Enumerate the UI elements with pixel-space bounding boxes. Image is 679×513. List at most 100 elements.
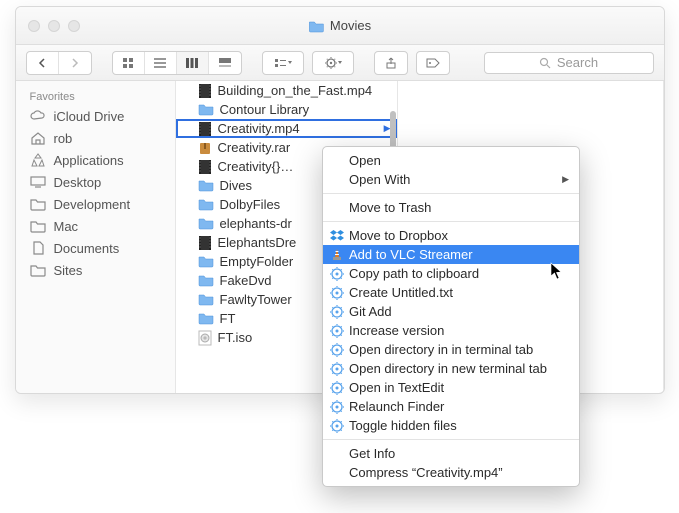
file-name: Contour Library xyxy=(220,102,310,117)
menu-item-move-to-dropbox[interactable]: Move to Dropbox xyxy=(323,226,579,245)
menu-item-open-directory-in-new-termin[interactable]: Open directory in new terminal tab xyxy=(323,359,579,378)
search-icon xyxy=(539,57,551,69)
sidebar-item-label: Mac xyxy=(54,219,79,234)
doc-icon xyxy=(30,240,46,256)
desktop-icon xyxy=(30,174,46,190)
file-name: ElephantsDre xyxy=(218,235,297,250)
menu-item-label: Open directory in in terminal tab xyxy=(349,342,533,357)
menu-item-label: Increase version xyxy=(349,323,444,338)
service-icon xyxy=(329,285,345,301)
file-row[interactable]: Building_on_the_Fast.mp4 xyxy=(176,81,397,100)
menu-item-label: Compress “Creativity.mp4” xyxy=(349,465,503,480)
cursor-icon xyxy=(550,262,564,280)
home-icon xyxy=(30,130,46,146)
view-buttons xyxy=(112,51,242,75)
file-name: Building_on_the_Fast.mp4 xyxy=(218,83,373,98)
file-row[interactable]: Creativity.mp4 xyxy=(176,119,397,138)
list-view-button[interactable] xyxy=(145,52,177,74)
sidebar-item-label: Documents xyxy=(54,241,120,256)
folder-icon xyxy=(198,217,214,230)
sidebar-item-label: Applications xyxy=(54,153,124,168)
service-icon xyxy=(329,380,345,396)
close-light[interactable] xyxy=(28,20,40,32)
sidebar: Favorites iCloud Drive rob Applications Des… xyxy=(16,81,176,393)
menu-item-label: Move to Trash xyxy=(349,200,431,215)
menu-item-increase-version[interactable]: Increase version xyxy=(323,321,579,340)
tags-button[interactable] xyxy=(416,51,450,75)
iso-icon xyxy=(198,330,212,346)
file-name: elephants-dr xyxy=(220,216,292,231)
menu-item-git-add[interactable]: Git Add xyxy=(323,302,579,321)
menu-separator xyxy=(323,221,579,222)
traffic-lights xyxy=(16,20,80,32)
folder-icon xyxy=(198,198,214,211)
toolbar: Search xyxy=(16,45,664,81)
service-icon xyxy=(329,323,345,339)
search-placeholder: Search xyxy=(557,55,598,70)
share-button[interactable] xyxy=(374,51,408,75)
file-name: DolbyFiles xyxy=(220,197,281,212)
file-name: EmptyFolder xyxy=(220,254,294,269)
menu-item-label: Git Add xyxy=(349,304,392,319)
zoom-light[interactable] xyxy=(68,20,80,32)
sidebar-item-mac[interactable]: Mac xyxy=(16,215,175,237)
folder-icon xyxy=(198,255,214,268)
minimize-light[interactable] xyxy=(48,20,60,32)
file-name: Creativity.mp4 xyxy=(218,121,300,136)
folder-icon xyxy=(30,218,46,234)
action-button[interactable] xyxy=(312,51,354,75)
sidebar-item-applications[interactable]: Applications xyxy=(16,149,175,171)
cloud-icon xyxy=(30,108,46,124)
menu-item-compress-creativity-mp4-[interactable]: Compress “Creativity.mp4” xyxy=(323,463,579,482)
menu-item-label: Open in TextEdit xyxy=(349,380,444,395)
sidebar-item-documents[interactable]: Documents xyxy=(16,237,175,259)
menu-item-label: Open With xyxy=(349,172,410,187)
context-menu: Open Open With Move to Trash Move to Dropbo… xyxy=(322,146,580,487)
file-name: FawltyTower xyxy=(220,292,292,307)
file-name: Creativity{}… xyxy=(218,159,294,174)
sidebar-item-desktop[interactable]: Desktop xyxy=(16,171,175,193)
folder-icon xyxy=(30,196,46,212)
dropbox-icon xyxy=(329,228,345,244)
menu-item-open-with[interactable]: Open With xyxy=(323,170,579,189)
sidebar-item-label: Desktop xyxy=(54,175,102,190)
sidebar-item-sites[interactable]: Sites xyxy=(16,259,175,281)
menu-item-open-directory-in-in-termina[interactable]: Open directory in in terminal tab xyxy=(323,340,579,359)
menu-item-add-to-vlc-streamer[interactable]: Add to VLC Streamer xyxy=(323,245,579,264)
sidebar-item-label: Development xyxy=(54,197,131,212)
nav-buttons xyxy=(26,51,92,75)
service-icon xyxy=(329,342,345,358)
titlebar: Movies xyxy=(16,7,664,45)
forward-button[interactable] xyxy=(59,52,91,74)
menu-item-label: Add to VLC Streamer xyxy=(349,247,473,262)
folder-icon xyxy=(308,18,324,34)
arrange-button[interactable] xyxy=(262,51,304,75)
vlc-icon xyxy=(329,247,345,263)
icon-view-button[interactable] xyxy=(113,52,145,74)
sidebar-heading: Favorites xyxy=(16,87,175,105)
search-field[interactable]: Search xyxy=(484,52,654,74)
menu-item-copy-path-to-clipboard[interactable]: Copy path to clipboard xyxy=(323,264,579,283)
menu-item-open-in-textedit[interactable]: Open in TextEdit xyxy=(323,378,579,397)
menu-item-open[interactable]: Open xyxy=(323,151,579,170)
menu-item-create-untitled-txt[interactable]: Create Untitled.txt xyxy=(323,283,579,302)
video-icon xyxy=(198,121,212,137)
menu-item-get-info[interactable]: Get Info xyxy=(323,444,579,463)
sidebar-item-label: iCloud Drive xyxy=(54,109,125,124)
sidebar-item-rob[interactable]: rob xyxy=(16,127,175,149)
menu-item-move-to-trash[interactable]: Move to Trash xyxy=(323,198,579,217)
sidebar-item-development[interactable]: Development xyxy=(16,193,175,215)
app-icon xyxy=(30,152,46,168)
menu-item-relaunch-finder[interactable]: Relaunch Finder xyxy=(323,397,579,416)
sidebar-item-icloud-drive[interactable]: iCloud Drive xyxy=(16,105,175,127)
archive-icon xyxy=(198,140,212,156)
file-name: FakeDvd xyxy=(220,273,272,288)
column-view-button[interactable] xyxy=(177,52,209,74)
menu-item-label: Move to Dropbox xyxy=(349,228,448,243)
menu-item-toggle-hidden-files[interactable]: Toggle hidden files xyxy=(323,416,579,435)
coverflow-view-button[interactable] xyxy=(209,52,241,74)
folder-icon xyxy=(198,312,214,325)
file-row[interactable]: Contour Library xyxy=(176,100,397,119)
back-button[interactable] xyxy=(27,52,59,74)
service-icon xyxy=(329,418,345,434)
